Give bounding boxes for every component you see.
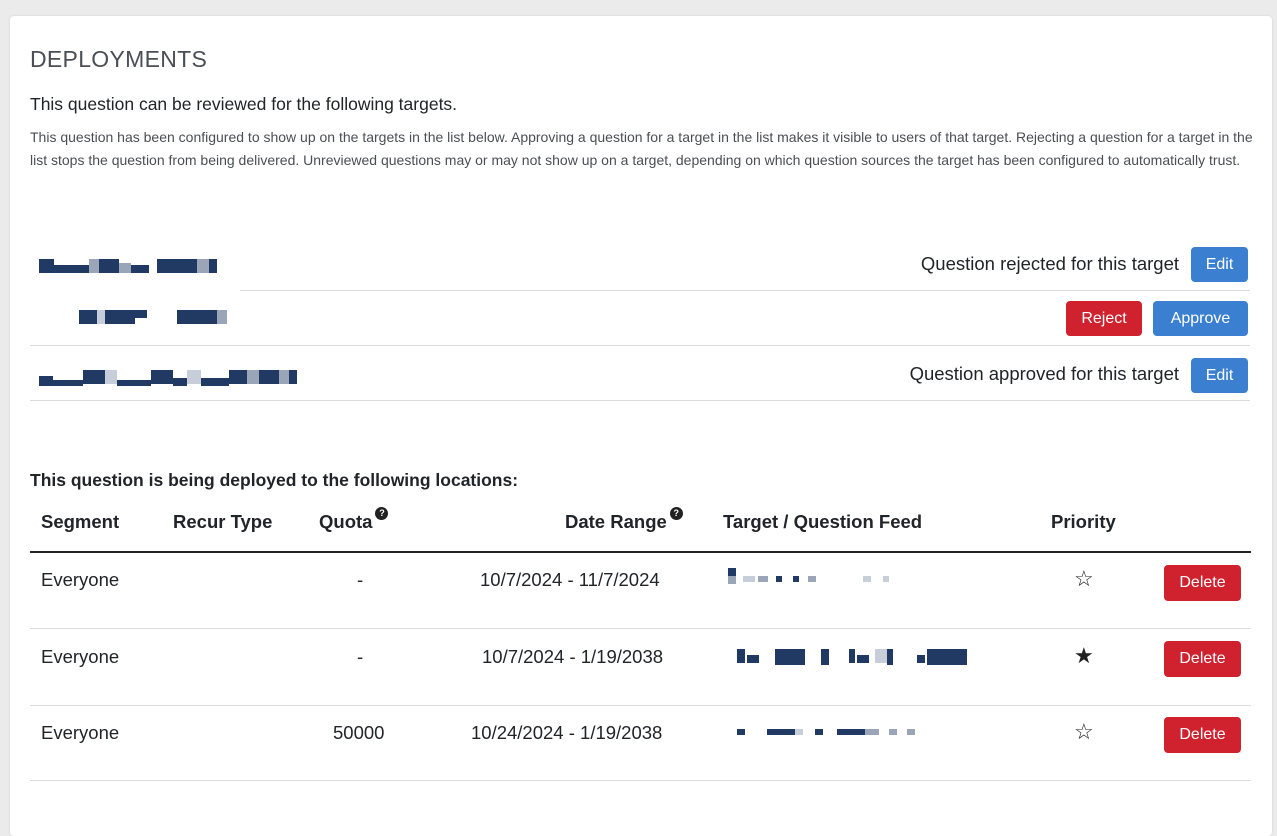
redacted-target-feed <box>737 649 977 667</box>
date-range-label: Date Range <box>565 511 667 532</box>
section-description: This question has been configured to sho… <box>30 129 1253 168</box>
approve-button[interactable]: Approve <box>1153 301 1248 336</box>
delete-button[interactable]: Delete <box>1164 717 1241 753</box>
quota-label: Quota <box>319 511 373 532</box>
target-status: Question approved for this target <box>909 363 1179 384</box>
redacted-target-name <box>39 370 299 388</box>
redacted-target-name <box>39 259 219 273</box>
segment-cell: Everyone <box>41 722 120 743</box>
row-divider <box>30 705 1251 706</box>
section-title: DEPLOYMENTS <box>30 46 208 72</box>
row-divider <box>30 628 1251 629</box>
date-range-cell: 10/7/2024 - 11/7/2024 <box>480 569 660 590</box>
date-range-cell: 10/24/2024 - 1/19/2038 <box>471 722 663 743</box>
segment-cell: Everyone <box>41 569 120 590</box>
column-header-segment: Segment <box>41 511 120 532</box>
delete-button[interactable]: Delete <box>1164 641 1241 677</box>
deployments-heading: This question is being deployed to the f… <box>30 470 519 490</box>
column-header-date-range: Date Range? <box>565 507 683 533</box>
priority-star-empty-icon[interactable]: ☆ <box>1074 719 1094 745</box>
row-divider <box>30 780 1251 781</box>
column-header-quota: Quota? <box>319 507 389 533</box>
date-range-cell: 10/7/2024 - 1/19/2038 <box>482 646 664 667</box>
section-subtitle: This question can be reviewed for the fo… <box>30 94 458 114</box>
quota-cell: 50000 <box>333 722 385 743</box>
priority-star-filled-icon[interactable]: ★ <box>1074 643 1094 669</box>
reject-button[interactable]: Reject <box>1066 301 1142 336</box>
edit-button[interactable]: Edit <box>1191 358 1248 393</box>
column-header-target-feed: Target / Question Feed <box>723 511 923 532</box>
target-row: Question rejected for this target Edit <box>30 236 1250 291</box>
segment-cell: Everyone <box>41 646 120 667</box>
redacted-target-name <box>79 310 229 324</box>
edit-button[interactable]: Edit <box>1191 247 1248 282</box>
quota-cell: - <box>357 569 364 590</box>
priority-star-empty-icon[interactable]: ☆ <box>1074 566 1094 592</box>
help-icon[interactable]: ? <box>375 507 389 520</box>
target-row: Reject Approve <box>30 291 1250 346</box>
quota-cell: - <box>357 646 364 667</box>
column-header-recur-type: Recur Type <box>173 511 273 532</box>
table-header-divider <box>30 551 1251 553</box>
delete-button[interactable]: Delete <box>1164 565 1241 601</box>
help-icon[interactable]: ? <box>669 507 683 520</box>
column-header-priority: Priority <box>1051 511 1116 532</box>
target-row: Question approved for this target Edit <box>30 346 1250 401</box>
deployments-card: DEPLOYMENTS This question can be reviewe… <box>10 16 1272 836</box>
target-status: Question rejected for this target <box>920 253 1179 274</box>
redacted-target-feed <box>728 568 898 586</box>
redacted-target-feed <box>737 723 917 741</box>
